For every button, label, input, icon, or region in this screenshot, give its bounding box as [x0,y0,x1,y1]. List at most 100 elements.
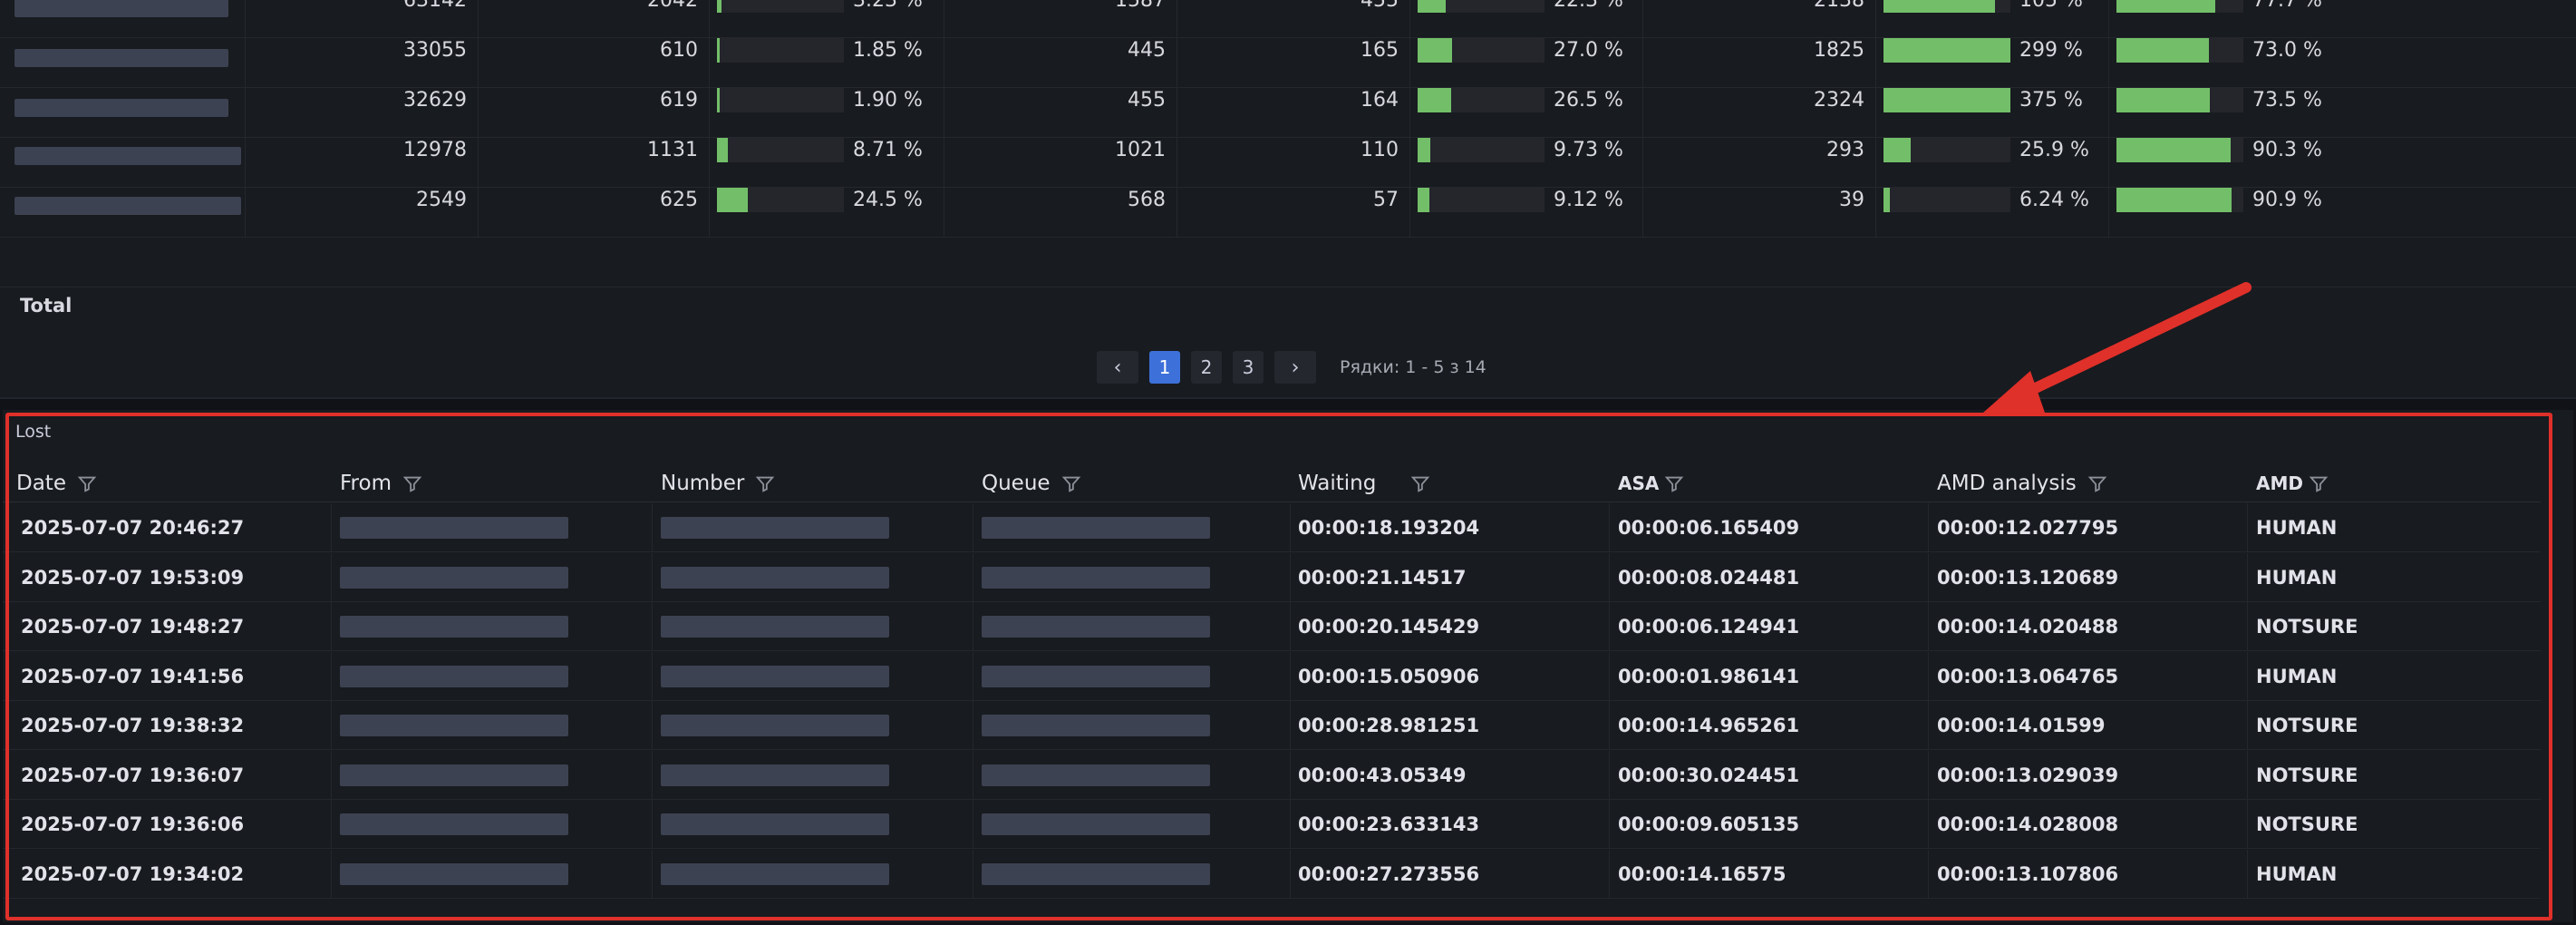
table-row[interactable]: 2025-07-07 19:36:06 00:00:23.633143 00:00:… [3,800,2541,849]
column-divider [2247,800,2248,849]
gauge-fill [1418,138,1430,162]
cell-amd-analysis: 00:00:13.029039 [1937,764,2119,786]
col-header-date[interactable]: Date [16,464,97,502]
stats-cell: 27.0 % [1409,38,1642,88]
cell-amd-analysis: 00:00:14.020488 [1937,616,2119,638]
table-row[interactable]: 2025-07-07 19:38:32 00:00:28.981251 00:00:… [3,701,2541,750]
stats-cell: 625 [478,188,709,238]
column-divider [1609,849,1610,899]
stats-value: 2549 [416,189,467,211]
column-divider [331,800,332,849]
gauge-fill [1418,188,1429,212]
filter-icon[interactable] [402,473,422,493]
redacted-number [661,715,889,736]
col-header-asa[interactable]: ASA [1618,464,1684,502]
col-header-amd[interactable]: AMD [2256,464,2329,502]
stats-value: 63142 [403,0,467,12]
page-2-button[interactable]: 2 [1191,351,1222,384]
cell-amd: HUMAN [2256,566,2338,589]
col-header-amd-analysis[interactable]: AMD analysis [1937,464,2107,502]
stats-row: 63142 2042 3.23 % 1587 455 22.3 % 2138 105 % 77.… [0,0,2576,38]
gauge-bar [1418,88,1545,112]
column-divider [1928,800,1929,849]
cell-asa: 00:00:01.986141 [1618,665,1800,687]
redacted-queue [982,665,1210,687]
redacted-name [15,0,228,17]
stats-value: 165 [1361,39,1399,62]
gauge-fill [2116,88,2210,112]
pagination: ‹ 1 2 3 › Рядки: 1 - 5 з 14 [1097,351,1487,384]
cell-waiting: 00:00:27.273556 [1298,862,1480,885]
column-divider [1290,701,1291,750]
column-divider [1609,651,1610,701]
cell-amd-analysis: 00:00:13.120689 [1937,566,2119,589]
cell-amd-analysis: 00:00:14.028008 [1937,813,2119,835]
stats-value: 1021 [1115,139,1166,161]
stats-cell: 2042 [478,0,709,38]
stats-cell: 165 [1177,38,1409,88]
column-divider [331,849,332,899]
gauge-fill [717,138,729,162]
gauge-fill [1884,138,1912,162]
redacted-from [340,862,568,885]
gauge-label: 25.9 % [2019,139,2089,161]
filter-icon[interactable] [2309,473,2329,493]
filter-icon[interactable] [755,473,775,493]
col-header-queue[interactable]: Queue [982,464,1081,502]
redacted-from [340,517,568,539]
filter-icon[interactable] [1061,473,1081,493]
gauge-label: 22.3 % [1554,0,1623,12]
stats-value: 12978 [403,139,467,161]
cell-amd: NOTSURE [2256,813,2358,835]
redacted-queue [982,616,1210,638]
filter-icon[interactable] [2087,473,2107,493]
gauge-fill [717,188,749,212]
table-row[interactable]: 2025-07-07 19:41:56 00:00:15.050906 00:00:… [3,651,2541,701]
col-header-number[interactable]: Number [661,464,775,502]
prev-page-button[interactable]: ‹ [1097,351,1138,384]
page-3-button[interactable]: 3 [1233,351,1264,384]
stats-value: 2138 [1814,0,1864,12]
column-divider [331,701,332,750]
total-label: Total [20,295,73,316]
filter-icon[interactable] [1410,473,1430,493]
col-header-from[interactable]: From [340,464,422,502]
gauge-bar [2116,88,2243,112]
table-row[interactable]: 2025-07-07 19:36:07 00:00:43.05349 00:00:3… [3,750,2541,800]
stats-cell: 619 [478,88,709,138]
redacted-name [15,49,228,67]
next-page-button[interactable]: › [1274,351,1316,384]
column-divider [1609,602,1610,651]
gauge-bar [1884,188,2010,212]
cell-asa: 00:00:06.165409 [1618,517,1800,539]
gauge-label: 6.24 % [2019,189,2089,211]
table-row[interactable]: 2025-07-07 19:48:27 00:00:20.145429 00:00:… [3,602,2541,651]
page-1-button[interactable]: 1 [1149,351,1180,384]
stats-value: 2042 [647,0,698,12]
table-row[interactable]: 2025-07-07 19:53:09 00:00:21.14517 00:00:0… [3,552,2541,602]
filter-icon[interactable] [77,473,97,493]
stats-cell: 445 [944,38,1177,88]
column-divider [1290,849,1291,899]
column-divider [1609,800,1610,849]
stats-cell: 63142 [245,0,478,38]
table-row[interactable]: 2025-07-07 19:34:02 00:00:27.273556 00:00:… [3,849,2541,899]
stats-cell: 90.9 % [2108,188,2341,238]
gauge-fill [2116,138,2232,162]
stats-value: 445 [1128,39,1166,62]
redacted-from [340,665,568,687]
col-header-waiting[interactable]: Waiting [1298,464,1430,502]
filter-icon[interactable] [1664,473,1684,493]
col-label: AMD [2256,472,2303,494]
cell-waiting: 00:00:15.050906 [1298,665,1480,687]
cell-amd: NOTSURE [2256,764,2358,786]
cell-date: 2025-07-07 19:53:09 [21,566,245,589]
column-divider [1609,552,1610,602]
stats-cell: 6.24 % [1875,188,2108,238]
column-divider [1290,552,1291,602]
column-divider [1290,750,1291,800]
gauge-label: 1.85 % [853,39,923,62]
table-row[interactable]: 2025-07-07 20:46:27 00:00:18.193204 00:00:… [3,503,2541,552]
gauge-fill [1884,38,2010,63]
redacted-queue [982,517,1210,539]
